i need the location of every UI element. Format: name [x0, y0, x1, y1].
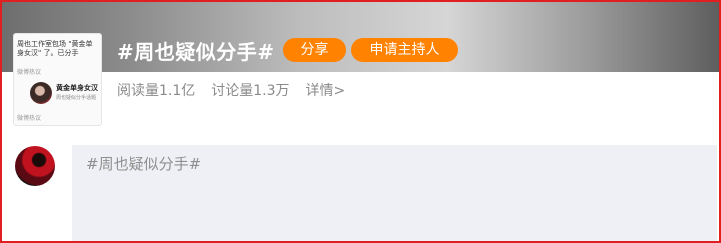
thumbnail-account-name: 黄金单身女汉 [56, 84, 98, 92]
compose-box[interactable]: #周也疑似分手# [72, 145, 717, 241]
apply-host-button[interactable]: 申请主持人 [351, 38, 458, 62]
topic-stats: 阅读量1.1亿 讨论量1.3万 详情> [117, 80, 345, 100]
thumbnail-source-bottom: 微博热议 [17, 115, 42, 122]
read-count: 阅读量1.1亿 [117, 83, 196, 99]
compose-text: #周也疑似分手# [86, 155, 202, 173]
thumbnail-account-sub: 周也疑似分手话题 [56, 95, 97, 101]
user-avatar[interactable] [15, 146, 55, 186]
topic-title: #周也疑似分手# [117, 40, 275, 64]
details-link[interactable]: 详情> [306, 80, 346, 100]
discussion-count: 讨论量1.3万 [211, 83, 290, 99]
topic-thumbnail[interactable]: 周也工作室包场 "黄金单身女汉" 了。已分手 微博热议 黄金单身女汉 周也疑似分… [13, 33, 102, 126]
thumbnail-snippet: 周也工作室包场 "黄金单身女汉" 了。已分手 [17, 40, 93, 57]
share-button[interactable]: 分享 [283, 38, 346, 62]
thumbnail-avatar [30, 82, 52, 104]
thumbnail-source-top: 微博热议 [17, 69, 42, 76]
